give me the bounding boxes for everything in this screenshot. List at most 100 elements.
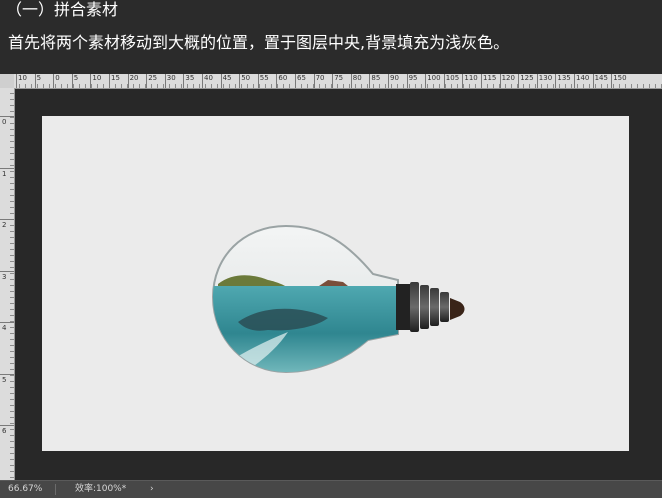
ruler-top-label: 145 [594, 74, 608, 82]
horizontal-ruler[interactable]: 10 5 0 5 10 15 20 25 30 35 40 45 50 55 60 65 70 75 80 85 90 9… [14, 74, 662, 89]
screw-ring-4 [440, 292, 449, 322]
ruler-top-label: 15 [111, 74, 120, 82]
ruler-top-tick [350, 74, 352, 88]
ruler-top-label: 55 [259, 74, 269, 82]
lightbulb-image[interactable] [208, 222, 468, 378]
ruler-left-tick [0, 219, 14, 220]
ruler-top-label: 85 [371, 74, 381, 82]
ocean-water [213, 286, 398, 372]
ruler-top-label: 50 [241, 74, 251, 82]
ruler-top-tick [34, 74, 36, 88]
ruler-left-label: 1 [2, 169, 7, 178]
ruler-top-label: 40 [204, 74, 213, 82]
ruler-left-tick [0, 167, 14, 169]
ruler-top-tick [295, 74, 296, 88]
ruler-top-label: 35 [185, 74, 195, 82]
ruler-top-label: 30 [166, 74, 176, 82]
ruler-top-tick [369, 74, 371, 88]
ruler-top-label: 75 [334, 74, 344, 82]
ruler-top-label: 105 [445, 74, 460, 82]
ruler-top-tick [425, 74, 427, 88]
status-menu-arrow-icon[interactable]: › [150, 482, 154, 496]
status-bar: 66.67% 效率: 100%* › [0, 480, 662, 498]
ruler-top-tick [555, 74, 557, 88]
ruler-top-tick [536, 74, 538, 88]
ruler-left-tick [0, 270, 14, 272]
ruler-top-label: 80 [352, 74, 362, 82]
ruler-top-tick [499, 74, 501, 88]
ruler-top-label: 130 [538, 74, 553, 82]
ruler-top-tick [518, 74, 520, 88]
ruler-top-label: 70 [315, 74, 325, 82]
ruler-top-tick [53, 74, 55, 88]
ruler-top-label: 45 [222, 74, 232, 82]
vertical-ruler[interactable]: 0 1 2 3 4 5 6 [0, 88, 15, 481]
ruler-top-tick [127, 74, 129, 88]
ruler-top-tick [16, 74, 17, 88]
ruler-top-label: 25 [148, 74, 158, 82]
efficiency-value: 100%* [96, 484, 127, 494]
ruler-top-label: 60 [278, 74, 288, 82]
ruler-top-tick [146, 74, 148, 88]
zoom-level[interactable]: 66.67% [8, 482, 42, 496]
ruler-top-label: 10 [92, 74, 102, 82]
ruler-top-tick [443, 74, 445, 88]
instruction-text: 首先将两个素材移动到大概的位置，置于图层中央,背景填充为浅灰色。 [8, 33, 510, 52]
ruler-top-tick [276, 74, 278, 88]
ruler-top-label: 140 [576, 74, 590, 82]
ruler-left-tick [0, 373, 14, 375]
ruler-left-label: 4 [2, 324, 7, 332]
efficiency-label: 效率: [75, 484, 97, 494]
ruler-top-tick [611, 74, 613, 88]
screw-ring-3 [430, 288, 439, 326]
ruler-top-tick [406, 74, 408, 88]
ruler-top-tick [592, 74, 594, 88]
ruler-left-label: 3 [2, 272, 7, 281]
screw-ring-1 [410, 282, 419, 332]
ruler-top-label: 95 [408, 74, 418, 82]
ruler-top-tick [257, 74, 259, 88]
ruler-top-tick [388, 74, 389, 88]
ruler-top-tick [313, 74, 315, 88]
ruler-top-tick [220, 74, 222, 88]
ruler-top-tick [109, 74, 110, 88]
ruler-top-tick [574, 74, 575, 88]
ruler-top-label: 10 [18, 74, 27, 82]
ruler-top-tick [71, 74, 73, 88]
ruler-top-tick [462, 74, 464, 88]
ruler-top-label: 65 [297, 74, 306, 82]
ruler-left-tick [0, 116, 14, 117]
tutorial-header: （一）拼合素材 首先将两个素材移动到大概的位置，置于图层中央,背景填充为浅灰色。 [0, 0, 662, 74]
bulb-neck [396, 284, 410, 330]
ruler-top-tick [481, 74, 482, 88]
ruler-left-label: 0 [2, 118, 7, 126]
ruler-top-tick [164, 74, 166, 88]
section-title: （一）拼合素材 [6, 0, 119, 19]
ruler-top-label: 115 [483, 74, 497, 82]
screw-ring-2 [420, 285, 429, 329]
ruler-top-label: 20 [129, 74, 139, 82]
ruler-top-label: 110 [464, 74, 478, 82]
ruler-top-tick [332, 74, 334, 88]
ruler-top-label: 5 [36, 74, 42, 82]
ruler-top-label: 100 [427, 74, 441, 82]
ruler-top-label: 5 [73, 74, 79, 82]
ruler-left-label: 5 [2, 375, 7, 384]
ruler-top-tick [183, 74, 185, 88]
ruler-left-label: 6 [2, 427, 7, 435]
ruler-corner[interactable] [0, 74, 15, 89]
ruler-top-label: 135 [557, 74, 571, 82]
ruler-top-label: 0 [55, 74, 60, 82]
ruler-left-tick [0, 322, 14, 323]
ruler-top-tick [239, 74, 241, 88]
ruler-left-tick [0, 425, 14, 426]
bulb-tip [450, 298, 465, 320]
status-divider [55, 484, 56, 495]
ruler-top-label: 90 [390, 74, 399, 82]
ruler-top-tick [90, 74, 92, 88]
ruler-left-label: 2 [2, 221, 7, 229]
ruler-top-label: 120 [501, 74, 515, 82]
ruler-top-label: 125 [520, 74, 534, 82]
ruler-top-label: 150 [613, 74, 627, 82]
ruler-top-tick [202, 74, 203, 88]
